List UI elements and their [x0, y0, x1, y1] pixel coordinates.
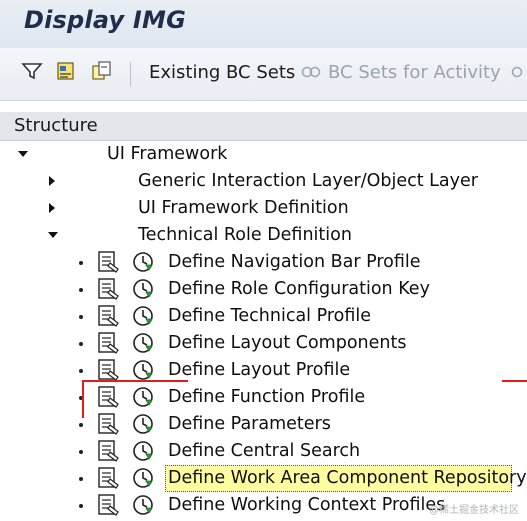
documentation-icon[interactable]: [97, 467, 121, 489]
annotation-line: [84, 380, 188, 382]
activity-label: Define Function Profile: [168, 387, 366, 407]
bullet-icon: [79, 477, 83, 481]
page-title: Display IMG: [24, 6, 187, 34]
tree-node-label: Generic Interaction Layer/Object Layer: [138, 171, 478, 191]
documentation-icon[interactable]: [97, 440, 121, 462]
existing-bc-sets-button[interactable]: Existing BC Sets: [149, 62, 295, 83]
title-bar: Display IMG: [0, 0, 527, 48]
tree-node-label: UI Framework Definition: [138, 198, 349, 218]
tree-node-ui-framework[interactable]: UI Framework: [0, 141, 527, 168]
execute-activity-icon[interactable]: [131, 358, 155, 382]
documentation-icon[interactable]: [97, 305, 121, 327]
activity-label: Define Role Configuration Key: [168, 279, 430, 299]
execute-activity-icon[interactable]: [131, 277, 155, 301]
activity-label: Define Working Context Profiles: [168, 495, 446, 515]
toolbar: Existing BC Sets BC Sets for Activity: [0, 48, 527, 101]
bc-sets-icon: [300, 61, 324, 83]
activity-row[interactable]: Define Layout Components: [0, 330, 527, 357]
activity-label: Define Parameters: [168, 414, 331, 434]
execute-activity-icon[interactable]: [131, 250, 155, 274]
activity-row[interactable]: Define Navigation Bar Profile: [0, 249, 527, 276]
activity-label: Define Central Search: [168, 441, 361, 461]
copy-icon[interactable]: [90, 60, 114, 82]
documentation-icon[interactable]: [97, 251, 121, 273]
structure-header: Structure: [0, 112, 527, 141]
toolbar-separator: [130, 62, 131, 86]
bullet-icon: [79, 369, 83, 373]
activity-row[interactable]: Define Technical Profile: [0, 303, 527, 330]
execute-activity-icon[interactable]: [131, 412, 155, 436]
execute-activity-icon[interactable]: [131, 331, 155, 355]
expand-arrow-icon[interactable]: [49, 176, 55, 186]
annotation-line: [502, 380, 527, 382]
expand-arrow-icon[interactable]: [49, 203, 55, 213]
bc-sets-icon-overflow: [510, 61, 527, 83]
bullet-icon: [79, 288, 83, 292]
structure-header-label: Structure: [14, 115, 98, 136]
activity-row[interactable]: Define Central Search: [0, 438, 527, 465]
activity-label: Define Technical Profile: [168, 306, 372, 326]
documentation-icon[interactable]: [97, 278, 121, 300]
activity-label: Define Layout Profile: [168, 360, 351, 380]
execute-activity-icon[interactable]: [131, 439, 155, 463]
filter-icon[interactable]: [20, 60, 44, 82]
activity-label: Define Navigation Bar Profile: [168, 252, 421, 272]
collapse-arrow-icon[interactable]: [18, 151, 28, 157]
execute-activity-icon[interactable]: [131, 493, 155, 517]
activity-row[interactable]: Define Function Profile: [0, 384, 527, 411]
documentation-icon[interactable]: [97, 386, 121, 408]
bullet-icon: [79, 315, 83, 319]
tree-node-label: UI Framework: [107, 144, 228, 164]
transport-icon[interactable]: [54, 60, 78, 82]
bullet-icon: [79, 342, 83, 346]
activity-row[interactable]: Define Parameters: [0, 411, 527, 438]
activity-label: Define Work Area Component Repository: [168, 468, 527, 488]
annotation-line: [82, 380, 84, 418]
documentation-icon[interactable]: [97, 332, 121, 354]
bullet-icon: [79, 450, 83, 454]
bullet-icon: [79, 423, 83, 427]
tree-node-generic-interaction-layer[interactable]: Generic Interaction Layer/Object Layer: [0, 168, 527, 195]
bc-sets-for-activity-button[interactable]: BC Sets for Activity: [328, 62, 501, 83]
activity-row[interactable]: Define Role Configuration Key: [0, 276, 527, 303]
activity-label: Define Layout Components: [168, 333, 407, 353]
documentation-icon[interactable]: [97, 494, 121, 516]
collapse-arrow-icon[interactable]: [48, 232, 58, 238]
activity-row-selected[interactable]: Define Work Area Component Repository: [0, 465, 527, 492]
watermark: @稀土掘金技术社区: [429, 505, 519, 516]
documentation-icon[interactable]: [97, 359, 121, 381]
tree-node-ui-framework-definition[interactable]: UI Framework Definition: [0, 195, 527, 222]
execute-activity-icon[interactable]: [131, 466, 155, 490]
documentation-icon[interactable]: [97, 413, 121, 435]
bullet-icon: [79, 504, 83, 508]
activity-row[interactable]: Define Layout Profile: [0, 357, 527, 384]
tree-node-label: Technical Role Definition: [138, 225, 352, 245]
execute-activity-icon[interactable]: [131, 304, 155, 328]
bullet-icon: [79, 261, 83, 265]
execute-activity-icon[interactable]: [131, 385, 155, 409]
tree-node-technical-role-definition[interactable]: Technical Role Definition: [0, 222, 527, 249]
